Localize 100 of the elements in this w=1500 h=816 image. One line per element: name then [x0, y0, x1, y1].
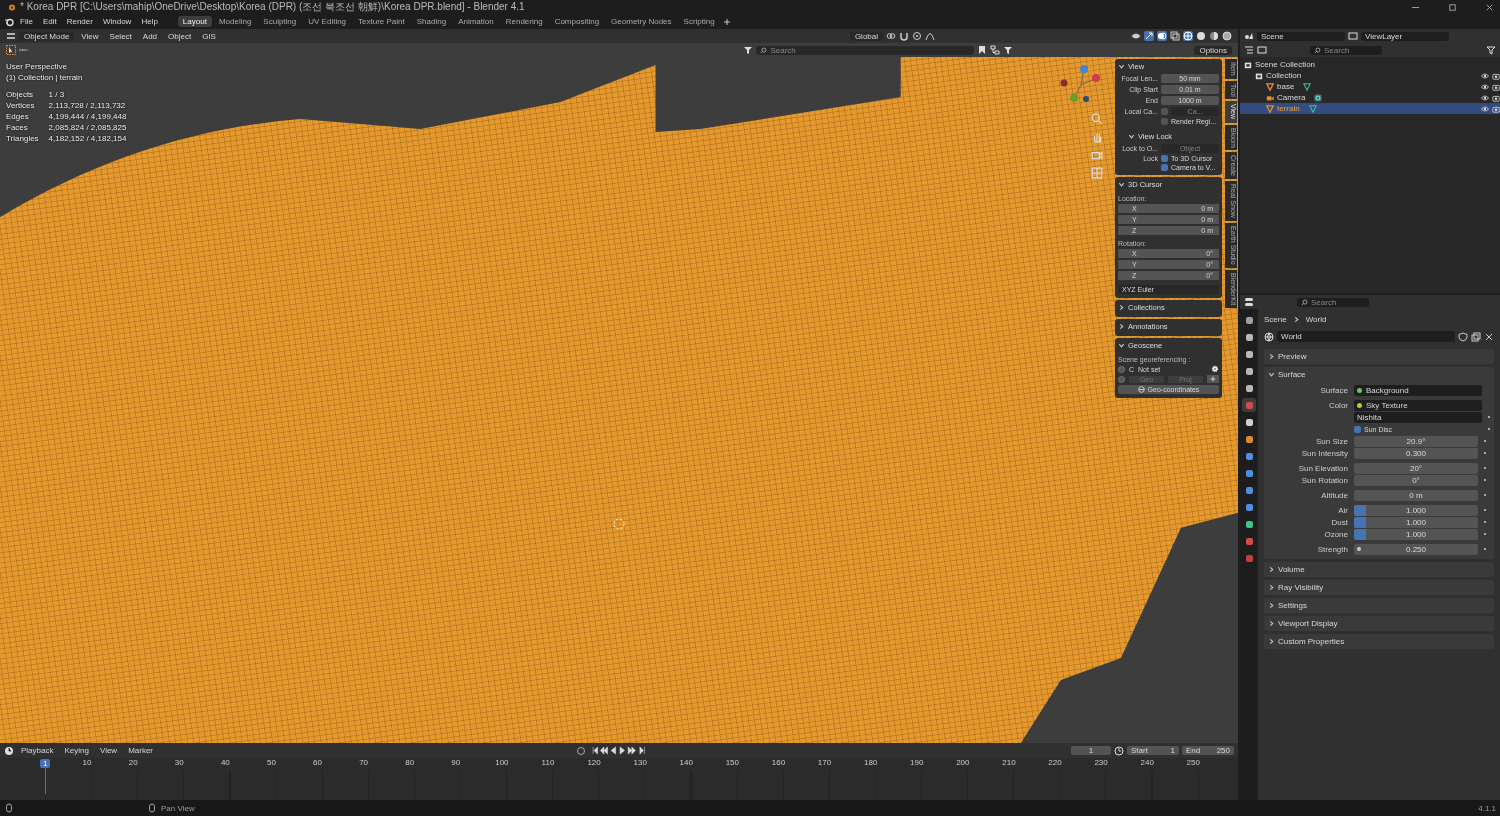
- filter-icon[interactable]: [1486, 45, 1496, 55]
- blender-logo-icon[interactable]: [4, 16, 14, 27]
- menu-item[interactable]: Render: [62, 17, 97, 26]
- camera-render-icon[interactable]: [1492, 71, 1500, 80]
- menu-item[interactable]: Select: [105, 31, 136, 41]
- checkbox[interactable]: [1161, 155, 1168, 162]
- eye-icon[interactable]: [1481, 71, 1489, 80]
- number-field[interactable]: 0.300: [1354, 447, 1478, 459]
- number-field[interactable]: 0.250: [1354, 543, 1478, 555]
- menu-item[interactable]: File: [16, 17, 37, 26]
- breadcrumb-item[interactable]: Scene: [1264, 315, 1287, 324]
- close-icon[interactable]: [1485, 2, 1494, 12]
- number-field[interactable]: 20°: [1354, 462, 1478, 474]
- timeline-track[interactable]: [0, 771, 1238, 800]
- socket-field[interactable]: Sky Texture: [1354, 399, 1482, 411]
- link-icon[interactable]: [886, 31, 896, 41]
- xray-icon[interactable]: [1170, 31, 1180, 41]
- sky-type-dropdown[interactable]: Nishita: [1354, 411, 1482, 423]
- frame-range-field[interactable]: Start 1: [1127, 746, 1179, 755]
- workspace-tab[interactable]: Sculpting: [258, 16, 302, 27]
- menu-item[interactable]: View: [77, 31, 103, 41]
- eye-icon[interactable]: [1481, 82, 1489, 91]
- material-shading-icon[interactable]: [1209, 31, 1219, 41]
- solid-shading-icon[interactable]: [1196, 31, 1206, 41]
- eye-icon[interactable]: [1481, 104, 1489, 113]
- workspace-tab[interactable]: Geometry Nodes: [606, 16, 677, 27]
- orientation-dropdown[interactable]: Global: [849, 31, 883, 41]
- panel-header[interactable]: Viewport Display: [1264, 616, 1494, 631]
- menu-item[interactable]: Marker: [124, 746, 158, 755]
- checkbox[interactable]: [1161, 118, 1168, 125]
- search-field[interactable]: Search: [1310, 45, 1382, 55]
- gizmo-icon[interactable]: [1144, 31, 1154, 41]
- camera-render-icon[interactable]: [1492, 82, 1500, 91]
- world-name-field[interactable]: World: [1277, 331, 1455, 342]
- checkbox[interactable]: [1161, 108, 1168, 115]
- panel-header[interactable]: Preview: [1264, 349, 1494, 364]
- menu-item[interactable]: Add: [138, 31, 162, 41]
- options-dropdown[interactable]: Options: [1194, 45, 1232, 55]
- frame-range-field[interactable]: End 250: [1182, 746, 1234, 755]
- fake-user-shield-icon[interactable]: [1458, 331, 1468, 342]
- clock-icon[interactable]: [4, 745, 14, 756]
- duplicate-icon[interactable]: [1471, 331, 1481, 342]
- editor-type-icon[interactable]: [6, 31, 16, 41]
- workspace-tab[interactable]: Compositing: [549, 16, 605, 27]
- workspace-tab[interactable]: Texture Paint: [353, 16, 410, 27]
- view-layer-field[interactable]: ViewLayer: [1361, 31, 1449, 41]
- wireframe-shading-icon[interactable]: [1183, 31, 1193, 41]
- display-mode-icon[interactable]: [1257, 45, 1267, 55]
- add-workspace-icon[interactable]: [721, 16, 732, 27]
- filter-icon[interactable]: [1003, 45, 1014, 55]
- slider[interactable]: 1.000: [1354, 504, 1478, 516]
- search-field[interactable]: Search: [1297, 297, 1369, 307]
- menu-item[interactable]: Window: [98, 17, 136, 26]
- menu-item[interactable]: Edit: [38, 17, 61, 26]
- search-field[interactable]: Search: [756, 45, 975, 55]
- outliner-item[interactable]: base: [1240, 81, 1500, 92]
- scene-icon[interactable]: [1244, 31, 1254, 41]
- socket-field[interactable]: Background: [1354, 384, 1482, 396]
- workspace-tab[interactable]: Layout: [177, 16, 212, 27]
- checkbox[interactable]: [1354, 425, 1361, 433]
- menu-item[interactable]: Keying: [60, 746, 93, 755]
- mode-dropdown[interactable]: Object Mode: [19, 31, 75, 41]
- number-field[interactable]: 0 m: [1354, 489, 1478, 501]
- panel-header[interactable]: Surface: [1268, 370, 1490, 383]
- rendered-shading-icon[interactable]: [1222, 31, 1232, 41]
- settings-icon[interactable]: [1211, 365, 1219, 373]
- menu-item[interactable]: Object: [164, 31, 196, 41]
- filter-icon[interactable]: [743, 45, 754, 55]
- eye-icon[interactable]: [1481, 93, 1489, 102]
- workspace-tab[interactable]: Scripting: [678, 16, 720, 27]
- menu-item[interactable]: View: [95, 746, 122, 755]
- panel-header[interactable]: Settings: [1264, 598, 1494, 613]
- proportional-icon[interactable]: [912, 31, 922, 41]
- breadcrumb-item[interactable]: World: [1305, 315, 1327, 324]
- overlays-icon[interactable]: [1157, 31, 1167, 41]
- workspace-tab[interactable]: UV Editing: [303, 16, 352, 27]
- outliner-item[interactable]: Collection: [1240, 70, 1500, 81]
- close-icon[interactable]: [1484, 331, 1494, 342]
- falloff-curve-icon[interactable]: [925, 31, 935, 41]
- record-icon[interactable]: [575, 745, 586, 756]
- number-field[interactable]: 0°: [1354, 474, 1478, 486]
- camera-render-icon[interactable]: [1492, 93, 1500, 102]
- clock-icon[interactable]: [1114, 745, 1124, 756]
- number-field[interactable]: 20.9°: [1354, 435, 1478, 447]
- panel-header[interactable]: Custom Properties: [1264, 634, 1494, 649]
- bookmark-icon[interactable]: [977, 45, 988, 55]
- visibility-icon[interactable]: [1131, 31, 1141, 41]
- outliner-item[interactable]: Scene Collection: [1240, 59, 1500, 70]
- magnet-icon[interactable]: [899, 31, 909, 41]
- current-frame-field[interactable]: 1: [1071, 746, 1111, 755]
- workspace-tab[interactable]: Shading: [411, 16, 452, 27]
- slider[interactable]: 1.000: [1354, 528, 1478, 540]
- playhead-frame[interactable]: 1: [40, 759, 51, 768]
- panel-header[interactable]: Volume: [1264, 562, 1494, 577]
- workspace-tab[interactable]: Rendering: [500, 16, 548, 27]
- hierarchy-icon[interactable]: [990, 45, 1001, 55]
- outliner-item[interactable]: Camera: [1240, 92, 1500, 103]
- maximize-icon[interactable]: [1448, 2, 1457, 12]
- editor-type-icon[interactable]: [1244, 297, 1254, 307]
- panel-header[interactable]: Ray Visibility: [1264, 580, 1494, 595]
